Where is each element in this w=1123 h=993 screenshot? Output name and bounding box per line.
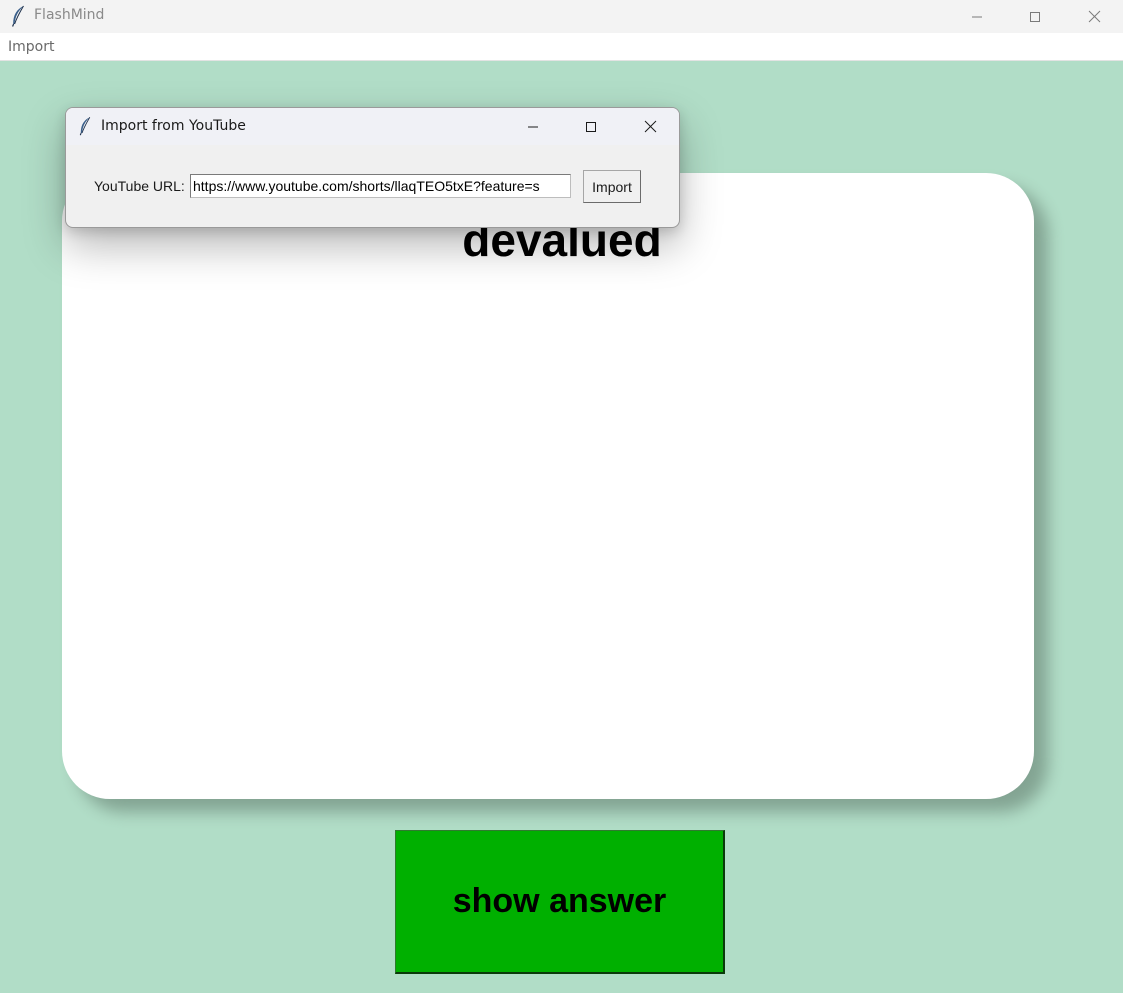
maximize-button[interactable] xyxy=(1006,0,1064,33)
show-answer-button[interactable]: show answer xyxy=(395,830,725,974)
minimize-icon xyxy=(972,16,982,17)
minimize-icon xyxy=(528,126,538,127)
import-youtube-dialog: Import from YouTube YouTube URL: Import xyxy=(65,107,680,228)
flashcard: devalued xyxy=(62,173,1034,799)
maximize-icon xyxy=(586,121,596,132)
import-button[interactable]: Import xyxy=(583,170,641,203)
main-titlebar: FlashMind xyxy=(0,0,1123,33)
dialog-close-button[interactable] xyxy=(621,108,679,145)
dialog-minimize-button[interactable] xyxy=(504,108,562,145)
close-icon xyxy=(1088,10,1100,23)
menu-import[interactable]: Import xyxy=(8,39,54,55)
close-icon xyxy=(644,120,656,133)
url-label: YouTube URL: xyxy=(94,178,185,194)
maximize-icon xyxy=(1030,11,1040,22)
window-title: FlashMind xyxy=(34,7,105,23)
show-answer-label: show answer xyxy=(452,882,667,920)
dialog-titlebar: Import from YouTube xyxy=(66,108,679,145)
close-button[interactable] xyxy=(1065,0,1123,33)
dialog-maximize-button[interactable] xyxy=(562,108,620,145)
feather-icon xyxy=(12,5,24,27)
menubar: Import xyxy=(0,33,1123,61)
feather-icon xyxy=(79,117,91,136)
minimize-button[interactable] xyxy=(948,0,1006,33)
dialog-title: Import from YouTube xyxy=(101,118,246,134)
youtube-url-input[interactable] xyxy=(190,174,571,198)
